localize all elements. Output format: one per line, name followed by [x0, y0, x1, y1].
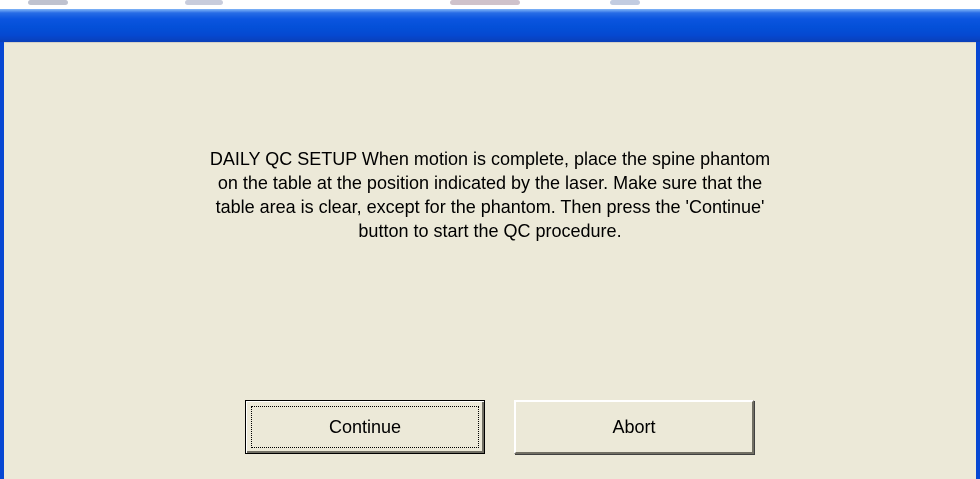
- title-bar-gloss: [0, 9, 980, 13]
- abort-button-label: Abort: [612, 416, 656, 437]
- background-artifact: [610, 0, 640, 5]
- continue-button-label: Continue: [328, 416, 402, 437]
- abort-button[interactable]: Abort: [514, 400, 754, 454]
- qc-setup-message: DAILY QC SETUP When motion is complete, …: [209, 149, 771, 241]
- background-artifact: [28, 0, 68, 5]
- background-artifact: [450, 0, 520, 5]
- background-strip: [0, 0, 980, 9]
- window-frame-right: [976, 42, 980, 479]
- title-bar[interactable]: [0, 9, 980, 42]
- continue-button[interactable]: Continue: [245, 400, 485, 454]
- dialog-body: DAILY QC SETUP When motion is complete, …: [4, 42, 976, 479]
- background-artifact: [185, 0, 223, 5]
- dialog-window: DAILY QC SETUP When motion is complete, …: [0, 9, 980, 479]
